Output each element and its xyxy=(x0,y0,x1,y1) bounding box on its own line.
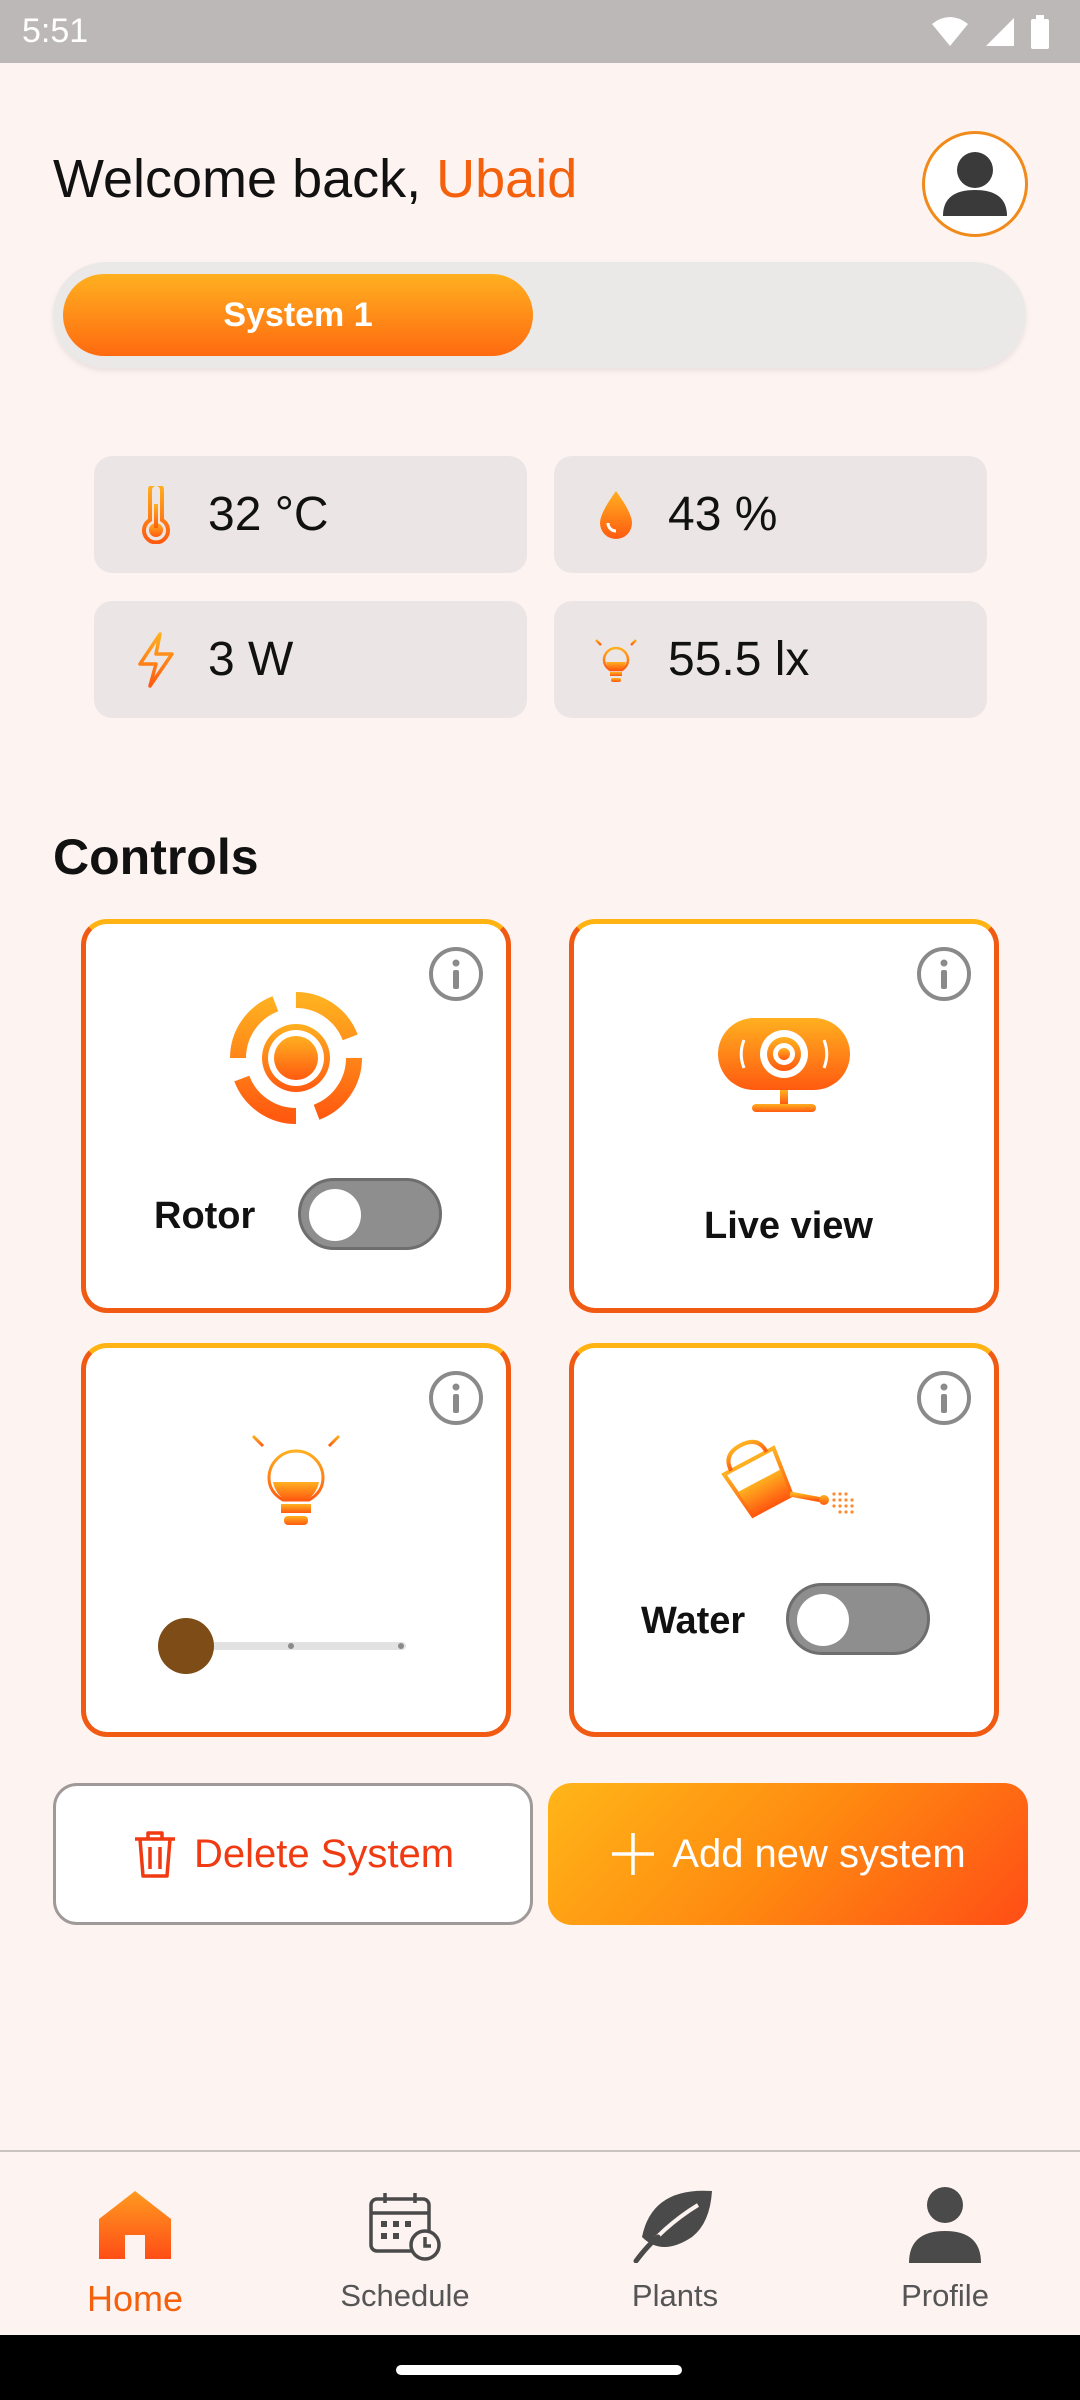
lamp-card xyxy=(81,1343,511,1737)
welcome-prefix: Welcome back, xyxy=(53,149,422,209)
lightning-icon xyxy=(138,631,174,688)
battery-icon xyxy=(1031,15,1049,49)
nav-home-label: Home xyxy=(86,2278,184,2319)
nav-schedule-label: Schedule xyxy=(340,2278,470,2313)
temperature-card: 32 °C xyxy=(94,456,527,573)
slider-thumb[interactable] xyxy=(158,1618,214,1674)
toggle-knob xyxy=(309,1189,361,1241)
lamp-bulb-icon xyxy=(235,1418,357,1525)
nav-schedule[interactable]: Schedule xyxy=(295,2180,515,2330)
bottom-navigation: Home Schedule Plants Profile xyxy=(0,2150,1080,2335)
nav-profile[interactable]: Profile xyxy=(835,2180,1055,2330)
rotor-card: Rotor xyxy=(81,919,511,1313)
status-bar: 5:51 xyxy=(0,0,1080,63)
add-new-system-label: Add new system xyxy=(672,1831,966,1876)
calendar-clock-icon xyxy=(369,2193,441,2261)
rotor-icon xyxy=(230,992,362,1124)
home-icon xyxy=(99,2191,171,2259)
rotor-toggle[interactable] xyxy=(298,1178,442,1250)
webcam-icon xyxy=(718,1018,850,1112)
humidity-card: 43 % xyxy=(554,456,987,573)
avatar-button[interactable] xyxy=(922,131,1028,237)
lamp-slider[interactable] xyxy=(158,1616,418,1676)
wifi-icon xyxy=(932,17,968,46)
water-label: Water xyxy=(641,1600,746,1642)
home-gesture-handle[interactable] xyxy=(396,2365,682,2375)
info-icon[interactable] xyxy=(428,946,484,1002)
gesture-bar xyxy=(0,2335,1080,2400)
slider-tick xyxy=(288,1643,294,1649)
system-tab-bar: System 1 xyxy=(53,262,1026,368)
nav-home[interactable]: Home xyxy=(25,2180,245,2330)
info-icon[interactable] xyxy=(916,946,972,1002)
power-value: 3 W xyxy=(208,633,294,686)
nav-plants[interactable]: Plants xyxy=(565,2180,785,2330)
user-avatar-icon xyxy=(943,152,1007,216)
status-time: 5:51 xyxy=(22,12,89,50)
user-name: Ubaid xyxy=(436,149,578,209)
leaf-icon xyxy=(633,2190,712,2263)
light-card: 55.5 lx xyxy=(554,601,987,718)
signal-icon xyxy=(986,18,1014,46)
welcome-heading: Welcome back, Ubaid xyxy=(53,148,577,210)
nav-profile-label: Profile xyxy=(901,2278,989,2313)
temperature-value: 32 °C xyxy=(208,488,329,541)
live-view-label: Live view xyxy=(704,1205,873,1247)
water-card: Water xyxy=(569,1343,999,1737)
watering-can-icon xyxy=(721,1439,854,1519)
controls-heading: Controls xyxy=(53,829,259,885)
slider-tick xyxy=(398,1643,404,1649)
status-icons xyxy=(930,12,1050,52)
delete-system-label: Delete System xyxy=(193,1831,455,1876)
live-view-card[interactable]: Live view xyxy=(569,919,999,1313)
power-card: 3 W xyxy=(94,601,527,718)
add-new-system-button[interactable]: Add new system xyxy=(548,1783,1028,1925)
info-icon[interactable] xyxy=(428,1370,484,1426)
toggle-knob xyxy=(797,1594,849,1646)
light-value: 55.5 lx xyxy=(668,633,810,686)
person-icon xyxy=(909,2187,981,2263)
water-toggle[interactable] xyxy=(786,1583,930,1655)
bulb-icon xyxy=(588,631,644,682)
plus-icon xyxy=(612,1833,655,1875)
thermometer-icon xyxy=(142,485,170,544)
rotor-label: Rotor xyxy=(154,1195,256,1237)
humidity-value: 43 % xyxy=(668,488,778,541)
delete-system-button[interactable]: Delete System xyxy=(53,1783,533,1925)
nav-plants-label: Plants xyxy=(631,2278,719,2313)
trash-icon xyxy=(134,1831,175,1878)
system-tab-active[interactable]: System 1 xyxy=(63,274,533,356)
water-drop-icon xyxy=(600,490,632,539)
info-icon[interactable] xyxy=(916,1370,972,1426)
